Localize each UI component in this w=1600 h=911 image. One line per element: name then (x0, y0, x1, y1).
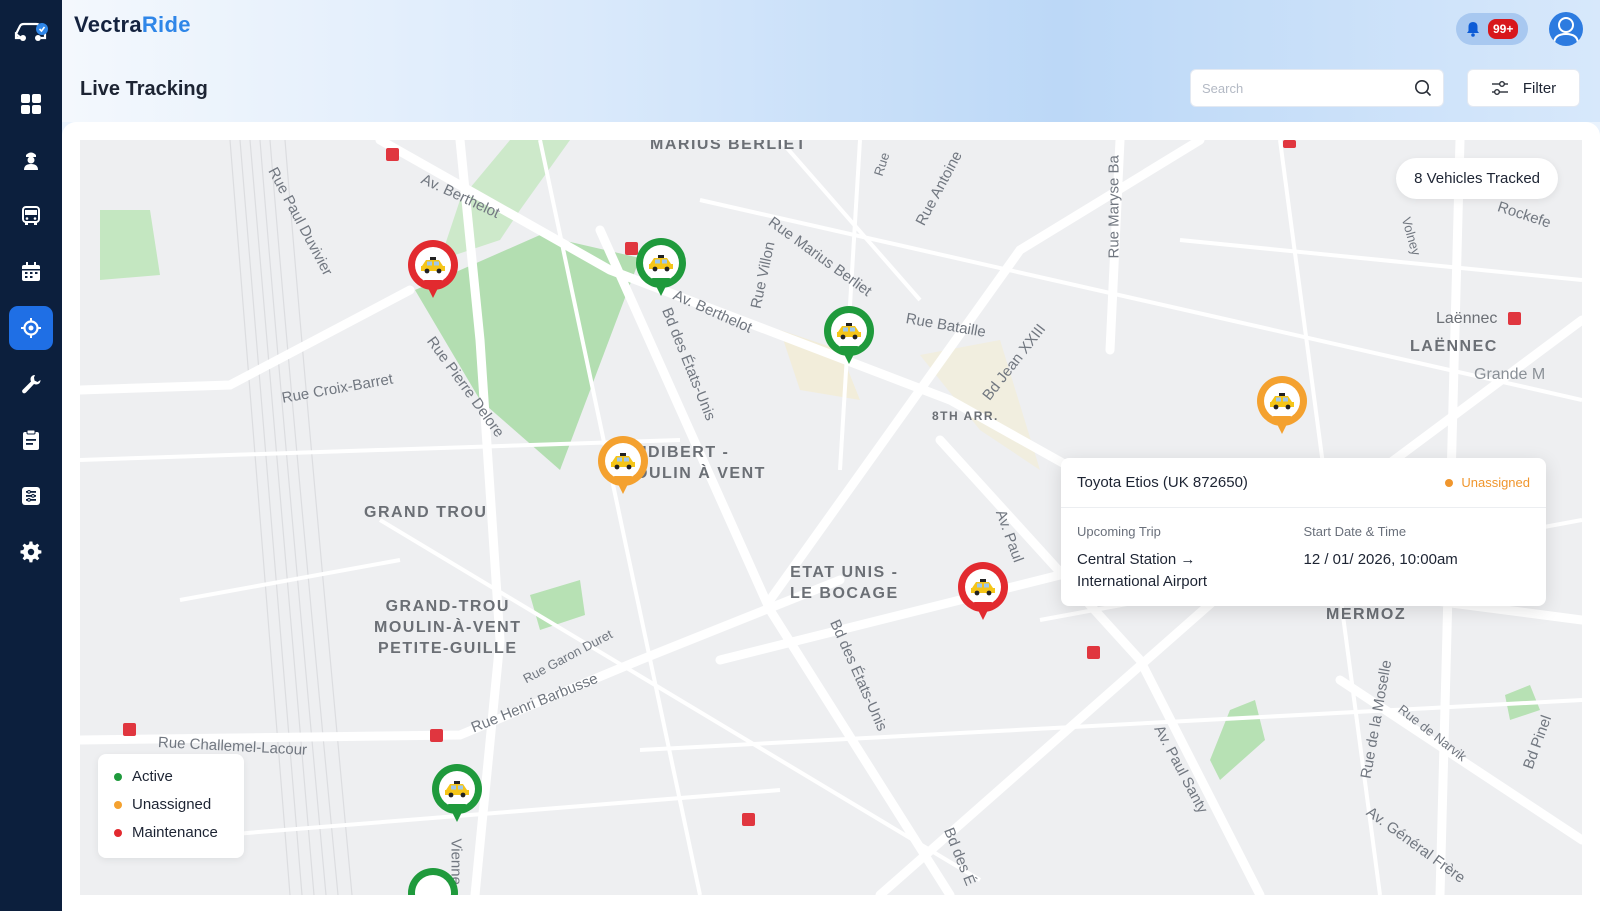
car-logo-icon[interactable] (11, 16, 51, 48)
sidebar-item-trips[interactable] (9, 418, 53, 462)
legend-item-unassigned: Unassigned (114, 796, 228, 813)
user-avatar[interactable] (1549, 12, 1583, 46)
sidebar-item-live-tracking[interactable] (9, 306, 53, 350)
sliders-icon (1491, 81, 1508, 95)
legend-label: Unassigned (132, 796, 212, 813)
status-label: Unassigned (1461, 475, 1530, 490)
top-header: VectraRide 99+ Live Tracking Filter (62, 0, 1600, 122)
popup-trip-column: Upcoming Trip Central Station → Internat… (1077, 524, 1304, 593)
vehicle-info-popup[interactable]: Toyota Etios (UK 872650) Unassigned Upco… (1061, 458, 1546, 606)
live-map[interactable]: MARIUS BERLIET UDIBERT - OULIN À VENT GR… (80, 140, 1582, 895)
sidebar (0, 0, 62, 911)
street-label: Rue Maryse Ba (1105, 155, 1123, 259)
sidebar-item-dashboard[interactable] (9, 82, 53, 126)
vehicle-pin-maintenance[interactable] (958, 562, 1008, 628)
sidebar-nav (9, 82, 53, 574)
start-label: Start Date & Time (1303, 524, 1407, 539)
vehicles-tracked-badge: 8 Vehicles Tracked (1396, 158, 1558, 199)
sidebar-item-vehicles[interactable] (9, 194, 53, 238)
filter-button[interactable]: Filter (1467, 69, 1580, 107)
area-label-etats-unis: ETAT UNIS - LE BOCAGE (790, 564, 899, 602)
start-value: 12 / 01/ 2026, 10:00am (1303, 551, 1458, 568)
clipboard-icon (23, 429, 39, 450)
area-label-grande-m: Grande M (1474, 366, 1546, 383)
area-label-laennec: LAËNNEC (1410, 338, 1498, 355)
taxi-icon (611, 453, 635, 470)
popup-vehicle-name: Toyota Etios (UK 872650) (1077, 474, 1248, 491)
notifications-button[interactable]: 99+ (1456, 13, 1528, 45)
page-title: Live Tracking (80, 78, 208, 100)
vehicle-pin-active[interactable] (408, 868, 458, 895)
search-box[interactable] (1190, 69, 1444, 107)
sidebar-item-drivers[interactable] (9, 138, 53, 182)
vehicle-pin-maintenance[interactable] (408, 240, 458, 306)
bell-icon (1467, 22, 1479, 37)
vehicle-pin-active[interactable] (432, 764, 482, 830)
wrench-icon (22, 375, 41, 394)
area-label-grand-trou: GRAND TROU (364, 504, 488, 521)
notification-count-badge: 99+ (1488, 19, 1519, 39)
trip-value: Central Station → International Airport (1077, 551, 1208, 590)
legend-label: Maintenance (132, 824, 218, 841)
taxi-icon (649, 255, 673, 272)
vehicle-pin-unassigned[interactable] (598, 436, 648, 502)
taxi-icon (837, 323, 861, 340)
taxi-icon (1270, 393, 1294, 410)
legend-dot (114, 772, 122, 781)
dashboard-icon (21, 94, 41, 114)
vehicle-pin-active[interactable] (824, 306, 874, 372)
vehicle-pin-active[interactable] (636, 238, 686, 304)
taxi-icon (421, 257, 445, 274)
location-target-icon (21, 318, 41, 338)
legend-label: Active (132, 768, 173, 785)
area-label-8th-arr: 8TH ARR. (932, 409, 999, 423)
sidebar-item-schedule[interactable] (9, 250, 53, 294)
search-icon[interactable] (1414, 79, 1432, 97)
legend-dot (114, 828, 122, 837)
list-icon (22, 487, 40, 505)
vehicle-pin-unassigned[interactable] (1257, 376, 1307, 442)
area-label-audibert: UDIBERT - OULIN À VENT (635, 444, 766, 482)
legend-item-maintenance: Maintenance (114, 824, 228, 841)
settings-icon (20, 541, 42, 563)
popup-start-column: Start Date & Time 12 / 01/ 2026, 10:00am (1304, 524, 1531, 593)
filter-label: Filter (1522, 79, 1557, 97)
legend-dot (114, 800, 122, 809)
sidebar-item-maintenance[interactable] (9, 362, 53, 406)
legend-item-active: Active (114, 768, 228, 785)
sidebar-item-reports[interactable] (9, 474, 53, 518)
calendar-icon (22, 262, 40, 281)
search-input[interactable] (1202, 80, 1414, 96)
brand-name: Vectra (74, 12, 142, 37)
taxi-icon (445, 781, 469, 798)
popup-body: Upcoming Trip Central Station → Internat… (1061, 508, 1546, 609)
brand-accent: Ride (141, 12, 191, 37)
status-dot (1445, 478, 1454, 487)
trip-label: Upcoming Trip (1077, 524, 1161, 539)
area-label-marius-berliet: MARIUS BERLIET (650, 140, 807, 153)
map-legend: Active Unassigned Maintenance (98, 754, 244, 858)
user-icon (1553, 17, 1579, 45)
area-label-grand-trou-moulin: GRAND-TROU MOULIN-À-VENT PETITE-GUILLE (374, 598, 522, 657)
taxi-icon (971, 579, 995, 596)
bus-icon (22, 206, 40, 225)
popup-header: Toyota Etios (UK 872650) Unassigned (1061, 458, 1546, 508)
popup-status: Unassigned (1445, 475, 1530, 490)
sidebar-item-settings[interactable] (9, 530, 53, 574)
brand-logo[interactable]: VectraRide (74, 12, 191, 38)
metro-label-laennec: Laënnec (1436, 310, 1498, 327)
driver-icon (24, 152, 38, 170)
